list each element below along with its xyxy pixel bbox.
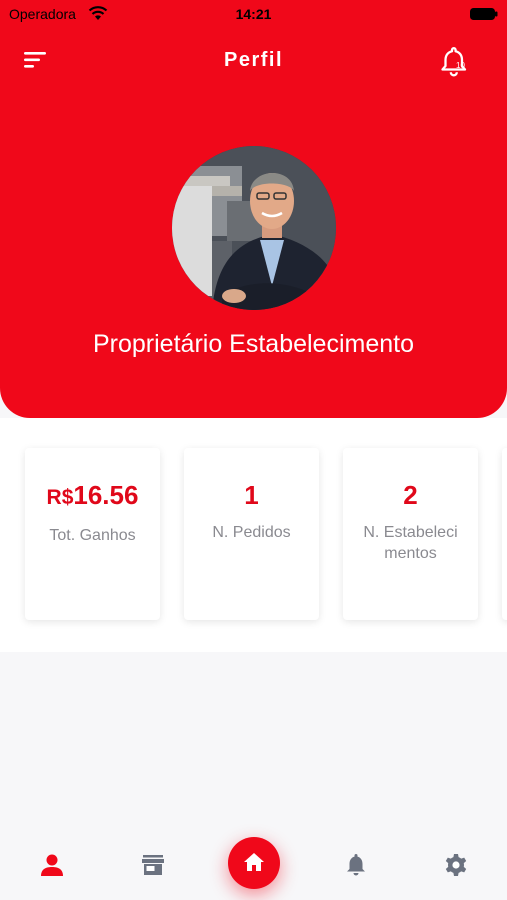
- battery-icon: [470, 8, 498, 20]
- stat-card-earnings[interactable]: R$16.56 Tot. Ganhos: [25, 448, 160, 620]
- stat-card-partial[interactable]: [502, 448, 507, 620]
- notification-count-badge: 10: [456, 61, 465, 70]
- notifications-bell-icon[interactable]: [438, 44, 472, 78]
- stat-label: N. Pedidos: [212, 524, 291, 541]
- stat-value: 1: [244, 480, 259, 510]
- person-icon[interactable]: [39, 852, 65, 878]
- stat-label: N. Estabelecimentos: [363, 524, 458, 562]
- avatar[interactable]: [172, 146, 336, 310]
- stat-value: R$16.56: [46, 480, 139, 510]
- avatar-photo: [172, 146, 336, 310]
- page-title: Perfil: [223, 49, 284, 71]
- store-icon[interactable]: [140, 852, 166, 878]
- gear-icon[interactable]: [443, 852, 469, 878]
- status-time: 14:21: [235, 6, 272, 22]
- profile-screen: Operadora 14:21 Perfil 10 Proprietário E…: [0, 0, 507, 900]
- stat-card-orders[interactable]: 1 N. Pedidos: [184, 448, 319, 620]
- profile-name: Proprietário Estabelecimento: [93, 330, 414, 358]
- stat-card-establishments[interactable]: 2 N. Estabelecimentos: [343, 448, 478, 620]
- home-icon: [244, 853, 264, 871]
- stat-label: Tot. Ganhos: [49, 527, 136, 544]
- bell-icon[interactable]: [343, 852, 369, 878]
- home-button[interactable]: [228, 837, 280, 889]
- stat-value: 2: [403, 480, 418, 510]
- status-bar: Operadora 14:21: [0, 0, 507, 28]
